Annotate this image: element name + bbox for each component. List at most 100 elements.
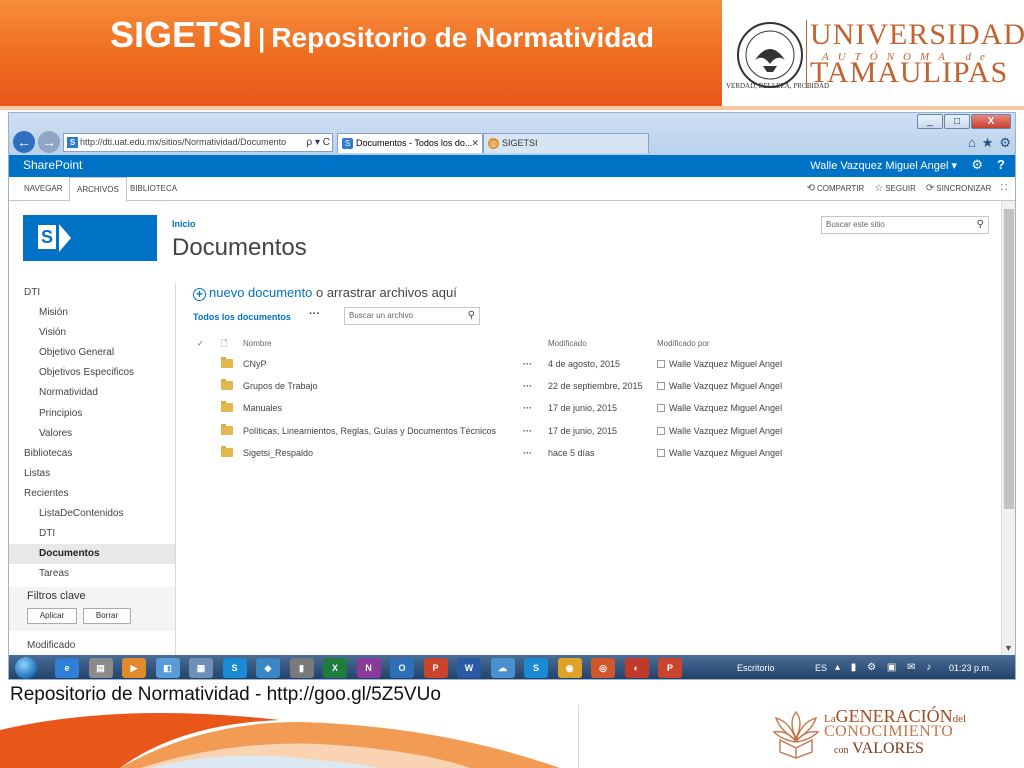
home-icon[interactable]: ⌂ bbox=[968, 135, 976, 151]
row-name[interactable]: CNyP bbox=[243, 353, 267, 375]
taskbar-app-icon[interactable]: ◎ bbox=[591, 658, 615, 678]
sync-button[interactable]: ⟳ SINCRONIZAR bbox=[926, 183, 992, 194]
address-bar[interactable]: S http://dti.uat.edu.mx/sitios/Normativi… bbox=[63, 133, 333, 152]
table-row[interactable]: Grupos de Trabajo ··· 22 de septiembre, 20… bbox=[193, 375, 813, 397]
nav-item-dti[interactable]: DTI bbox=[9, 283, 175, 303]
search-icon[interactable]: ⚲ bbox=[468, 308, 475, 324]
start-button[interactable] bbox=[15, 657, 37, 679]
taskbar-app-icon[interactable]: O bbox=[390, 658, 414, 678]
breadcrumb[interactable]: Inicio bbox=[172, 219, 196, 229]
site-logo[interactable]: S bbox=[23, 215, 157, 261]
scroll-down-icon[interactable]: ▼ bbox=[1004, 643, 1013, 653]
tab-sigetsi[interactable]: ◎ SIGETSI bbox=[483, 133, 649, 153]
row-name[interactable]: Políticas, Lineamientos, Reglas, Guías y… bbox=[243, 420, 496, 442]
nav-item-principios[interactable]: Principios bbox=[9, 404, 175, 424]
taskbar-app-icon[interactable]: ▮ bbox=[289, 658, 314, 678]
select-all-checkmark-icon[interactable]: ✓ bbox=[197, 335, 204, 353]
forward-icon[interactable]: → bbox=[38, 131, 60, 153]
row-modified-by[interactable]: Walle Vazquez Miguel Angel bbox=[669, 420, 782, 442]
taskbar-app-icon[interactable]: ▶ bbox=[122, 658, 146, 678]
site-search-input[interactable]: Buscar este sitio ⚲ bbox=[821, 216, 989, 234]
nav-item-documentos[interactable]: Documentos bbox=[9, 544, 175, 565]
row-name[interactable]: Manuales bbox=[243, 397, 282, 419]
nav-item-listas[interactable]: Listas bbox=[9, 464, 175, 484]
row-modified-by[interactable]: Walle Vazquez Miguel Angel bbox=[669, 397, 782, 419]
file-search-input[interactable]: Buscar un archivo ⚲ bbox=[344, 307, 480, 325]
help-icon[interactable]: ? bbox=[997, 157, 1005, 172]
desktop-toolbar[interactable]: Escritorio bbox=[737, 655, 775, 679]
presence-checkbox[interactable] bbox=[657, 382, 665, 391]
minimize-button[interactable]: _ bbox=[917, 114, 943, 129]
settings-gear-icon[interactable]: ⚙ bbox=[971, 157, 983, 173]
tab-archivos[interactable]: ARCHIVOS bbox=[69, 177, 127, 202]
taskbar-app-icon[interactable]: ☁ bbox=[490, 658, 515, 678]
share-button[interactable]: ⟲ COMPARTIR bbox=[807, 183, 865, 194]
back-icon[interactable]: ← bbox=[13, 131, 35, 153]
focus-content-icon[interactable]: ⛶ bbox=[1001, 183, 1007, 194]
column-header-modified-by[interactable]: Modificado por bbox=[657, 335, 709, 353]
row-menu-icon[interactable]: ··· bbox=[523, 397, 532, 419]
row-menu-icon[interactable]: ··· bbox=[523, 420, 532, 442]
taskbar-app-icon[interactable]: N bbox=[356, 658, 381, 678]
clock[interactable]: 01:23 p.m. bbox=[949, 655, 992, 679]
taskbar-app-icon[interactable]: ◧ bbox=[155, 658, 180, 678]
table-row[interactable]: Políticas, Lineamientos, Reglas, Guías y… bbox=[193, 420, 813, 442]
user-menu[interactable]: Walle Vazquez Miguel Angel ▾ bbox=[810, 159, 957, 172]
tab-documentos[interactable]: S Documentos - Todos los do... ✕ bbox=[337, 133, 483, 153]
follow-button[interactable]: ☆ SEGUIR bbox=[874, 183, 916, 194]
nav-item-bibliotecas[interactable]: Bibliotecas bbox=[9, 444, 175, 464]
taskbar-app-icon[interactable]: ◈ bbox=[256, 658, 280, 678]
column-header-modified[interactable]: Modificado bbox=[548, 335, 587, 353]
taskbar-app-icon[interactable]: S bbox=[524, 658, 548, 678]
row-modified-by[interactable]: Walle Vazquez Miguel Angel bbox=[669, 375, 782, 397]
taskbar-app-icon[interactable]: W bbox=[457, 658, 481, 678]
address-tools[interactable]: ρ ▾ C bbox=[303, 134, 330, 151]
nav-item-objetivos-especificos[interactable]: Objetivos Especificos bbox=[9, 363, 175, 383]
table-row[interactable]: CNyP ··· 4 de agosto, 2015 Walle Vazquez Mi… bbox=[193, 353, 813, 375]
scrollbar-thumb[interactable] bbox=[1004, 209, 1014, 509]
tab-close-icon[interactable]: ✕ bbox=[471, 134, 479, 153]
row-name[interactable]: Grupos de Trabajo bbox=[243, 375, 318, 397]
tab-navegar[interactable]: NAVEGAR bbox=[17, 177, 70, 201]
taskbar-app-icon[interactable]: ▦ bbox=[189, 658, 213, 678]
taskbar-app-icon[interactable]: ▤ bbox=[88, 658, 113, 678]
nav-item-vision[interactable]: Visión bbox=[9, 323, 175, 343]
clear-button[interactable]: Borrar bbox=[83, 608, 131, 624]
nav-item-recientes[interactable]: Recientes bbox=[9, 484, 175, 504]
nav-item-listadecontenidos[interactable]: ListaDeContenidos bbox=[9, 504, 175, 524]
nav-item-dti-recent[interactable]: DTI bbox=[9, 524, 175, 544]
nav-item-tareas[interactable]: Tareas bbox=[9, 564, 175, 584]
row-modified-by[interactable]: Walle Vazquez Miguel Angel bbox=[669, 353, 782, 375]
row-name[interactable]: Sigetsi_Respaldo bbox=[243, 442, 313, 464]
new-document-link[interactable]: + nuevo documento o arrastrar archivos aq… bbox=[193, 285, 457, 301]
taskbar-app-icon[interactable]: P bbox=[658, 658, 682, 678]
system-tray-icons[interactable]: ▴ ▮ ⚙ ▣ ✉ ♪ bbox=[835, 655, 935, 679]
row-modified-by[interactable]: Walle Vazquez Miguel Angel bbox=[669, 442, 782, 464]
column-header-name[interactable]: Nombre bbox=[243, 335, 271, 353]
presence-checkbox[interactable] bbox=[657, 404, 665, 413]
vertical-scrollbar[interactable]: ▼ bbox=[1001, 201, 1015, 655]
language-indicator[interactable]: ES bbox=[815, 655, 827, 679]
taskbar-app-icon[interactable]: ◉ bbox=[557, 658, 582, 678]
taskbar-app-icon[interactable]: e bbox=[55, 658, 79, 678]
presence-checkbox[interactable] bbox=[657, 426, 665, 435]
taskbar-app-icon[interactable]: P bbox=[423, 658, 448, 678]
nav-item-valores[interactable]: Valores bbox=[9, 424, 175, 444]
table-row[interactable]: Sigetsi_Respaldo ··· hace 5 días Walle Vazq… bbox=[193, 442, 813, 464]
presence-checkbox[interactable] bbox=[657, 448, 665, 457]
apply-button[interactable]: Aplicar bbox=[27, 608, 77, 624]
tab-biblioteca[interactable]: BIBLIOTECA bbox=[123, 177, 184, 201]
presence-checkbox[interactable] bbox=[657, 360, 665, 368]
nav-item-mision[interactable]: Misión bbox=[9, 303, 175, 323]
view-all-documents[interactable]: Todos los documentos bbox=[193, 312, 291, 322]
table-row[interactable]: Manuales ··· 17 de junio, 2015 Walle Vazque… bbox=[193, 397, 813, 419]
sharepoint-brand[interactable]: SharePoint bbox=[23, 158, 82, 172]
settings-gear-icon[interactable]: ⚙ bbox=[999, 135, 1011, 151]
row-menu-icon[interactable]: ··· bbox=[523, 375, 532, 397]
row-menu-icon[interactable]: ··· bbox=[523, 353, 532, 375]
favorites-star-icon[interactable]: ★ bbox=[982, 135, 994, 151]
view-more-icon[interactable]: ··· bbox=[309, 308, 320, 320]
close-button[interactable]: X bbox=[971, 114, 1011, 129]
taskbar-app-icon[interactable]: ◐ bbox=[624, 658, 649, 678]
taskbar-app-icon[interactable]: S bbox=[222, 658, 247, 678]
